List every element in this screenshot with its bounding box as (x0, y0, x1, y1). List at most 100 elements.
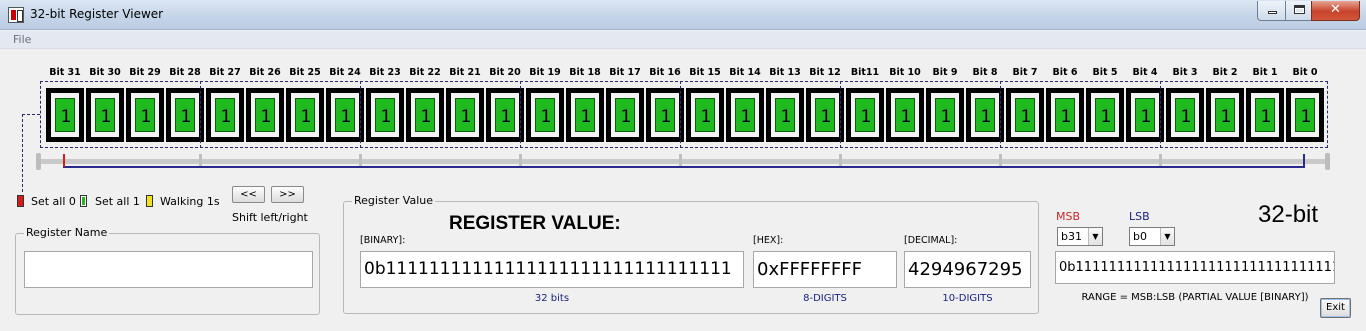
range-value-field[interactable]: 0b11111111111111111111111111111111 (1055, 251, 1335, 284)
range-selected-line (63, 166, 1305, 168)
bit-label: Bit 20 (489, 67, 521, 78)
bit-label: Bit 3 (1172, 67, 1198, 78)
bit-toggle[interactable]: 1 (686, 88, 724, 142)
bit-frame: 1 (1291, 93, 1319, 137)
title-bar[interactable]: 32-bit Register Viewer ✕ (0, 0, 1366, 30)
bit-toggle[interactable]: 1 (566, 88, 604, 142)
nibble-separator (360, 81, 361, 148)
set-all-0-button[interactable]: Set all 0 (31, 195, 76, 208)
lsb-select[interactable]: b0 ▼ (1129, 227, 1175, 246)
maximize-icon (1294, 5, 1305, 14)
minimize-button[interactable] (1257, 1, 1286, 21)
bit-value: 1 (1180, 107, 1192, 127)
walking-1s-button[interactable]: Walking 1s (160, 195, 220, 208)
app-icon (8, 7, 24, 23)
bit-toggle[interactable]: 1 (366, 88, 404, 142)
bit-value: 1 (1100, 107, 1112, 127)
decimal-value-field[interactable]: 4294967295 (904, 251, 1031, 288)
minimize-icon (1268, 11, 1277, 14)
bit-toggle[interactable]: 1 (606, 88, 644, 142)
menu-file[interactable]: File (13, 33, 31, 46)
range-slider-end (1325, 153, 1330, 170)
bit-toggle[interactable]: 1 (966, 88, 1004, 142)
bit-toggle[interactable]: 1 (886, 88, 924, 142)
bit-label: Bit 18 (569, 67, 601, 78)
bit-toggle[interactable]: 1 (1246, 88, 1284, 142)
bit-label: Bit 15 (689, 67, 721, 78)
set-all-1-button[interactable]: Set all 1 (95, 195, 140, 208)
bit-toggle[interactable]: 1 (646, 88, 684, 142)
shift-right-button[interactable]: >> (271, 186, 304, 203)
bit-toggle[interactable]: 1 (446, 88, 484, 142)
bit-value: 1 (100, 107, 112, 127)
nibble-separator (840, 81, 841, 148)
bit-toggle[interactable]: 1 (806, 88, 844, 142)
close-button[interactable]: ✕ (1311, 1, 1360, 21)
bit-toggle[interactable]: 1 (1046, 88, 1084, 142)
bit-toggle[interactable]: 1 (1086, 88, 1124, 142)
bit-toggle[interactable]: 1 (526, 88, 564, 142)
bit-toggle[interactable]: 1 (326, 88, 364, 142)
bit-indicator: 1 (255, 98, 275, 132)
bit-frame: 1 (651, 93, 679, 137)
msb-select[interactable]: b31 ▼ (1057, 227, 1103, 246)
bit-toggle[interactable]: 1 (926, 88, 964, 142)
bit-toggle[interactable]: 1 (286, 88, 324, 142)
bit-value: 1 (500, 107, 512, 127)
binary-digit-count: 32 bits (534, 293, 570, 304)
bit-toggle[interactable]: 1 (1126, 88, 1164, 142)
bit-frame: 1 (1131, 93, 1159, 137)
walking-1s-icon[interactable] (146, 195, 153, 207)
nibble-separator (1160, 81, 1161, 148)
register-name-title: Register Name (24, 226, 110, 239)
bit-toggle[interactable]: 1 (86, 88, 124, 142)
exit-button[interactable]: Exit (1320, 298, 1351, 318)
bit-indicator: 1 (1255, 98, 1275, 132)
bit-indicator: 1 (895, 98, 915, 132)
bit-toggle[interactable]: 1 (726, 88, 764, 142)
binary-value-field[interactable]: 0b11111111111111111111111111111111 (360, 251, 744, 288)
bit-toggle[interactable]: 1 (246, 88, 284, 142)
msb-slider-handle[interactable] (63, 154, 65, 167)
bit-value: 1 (460, 107, 472, 127)
bit-frame: 1 (371, 93, 399, 137)
bit-toggle[interactable]: 1 (1206, 88, 1244, 142)
bit-frame: 1 (1251, 93, 1279, 137)
bit-toggle[interactable]: 1 (1286, 88, 1324, 142)
bit-label: Bit 22 (409, 67, 441, 78)
bit-indicator: 1 (175, 98, 195, 132)
bit-label: Bit 25 (289, 67, 321, 78)
bit-toggle[interactable]: 1 (126, 88, 164, 142)
bit-toggle[interactable]: 1 (406, 88, 444, 142)
bit-toggle[interactable]: 1 (766, 88, 804, 142)
bit-toggle[interactable]: 1 (46, 88, 84, 142)
set-all-1-icon[interactable] (80, 195, 87, 207)
hex-value-field[interactable]: 0xFFFFFFFF (753, 251, 897, 288)
bit-value: 1 (420, 107, 432, 127)
range-slider-track[interactable] (38, 159, 1329, 164)
bit-frame: 1 (451, 93, 479, 137)
bit-frame: 1 (971, 93, 999, 137)
bit-label: Bit11 (850, 67, 880, 78)
bit-frame: 1 (1011, 93, 1039, 137)
bit-toggle[interactable]: 1 (486, 88, 524, 142)
shift-left-button[interactable]: << (232, 186, 265, 203)
chevron-down-icon[interactable]: ▼ (1088, 228, 1102, 245)
chevron-down-icon[interactable]: ▼ (1160, 228, 1174, 245)
bit-value: 1 (1260, 107, 1272, 127)
decimal-caption: [DECIMAL]: (904, 235, 958, 246)
bit-toggle[interactable]: 1 (846, 88, 884, 142)
lsb-slider-handle[interactable] (1303, 154, 1305, 167)
set-all-0-icon[interactable] (17, 195, 24, 207)
bit-indicator: 1 (615, 98, 635, 132)
bit-toggle[interactable]: 1 (1006, 88, 1044, 142)
maximize-button[interactable] (1285, 1, 1312, 21)
register-name-input[interactable] (24, 251, 313, 288)
bit-toggle[interactable]: 1 (206, 88, 244, 142)
register-value-group: Register Value REGISTER VALUE: [BINARY]:… (343, 194, 1039, 314)
bit-toggle[interactable]: 1 (1166, 88, 1204, 142)
bit-toggle[interactable]: 1 (166, 88, 204, 142)
bit-label: Bit 0 (1292, 67, 1318, 78)
bit-frame: 1 (891, 93, 919, 137)
bit-frame: 1 (1051, 93, 1079, 137)
